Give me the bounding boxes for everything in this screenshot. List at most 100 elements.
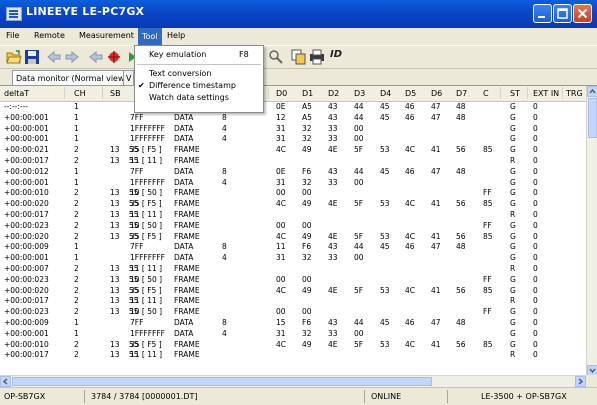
cell-d1: A5 [302, 102, 312, 111]
cell-dlc: 4 [222, 123, 227, 133]
table-row[interactable]: +00:00:001 1 1FFFFFFF DATA 4 31 32 33 00 G 0 [0, 178, 586, 188]
status-port: OP-SB7GX [4, 392, 46, 401]
column-header-deltat[interactable]: deltaT [4, 89, 29, 98]
table-row[interactable]: +00:00:010 2 13 55 35 [ F5 ] FRAME 4C 49 4E 5F 53… [0, 340, 586, 350]
vertical-scroll-thumb[interactable] [588, 98, 597, 138]
print-icon[interactable] [309, 49, 325, 65]
menu-tool[interactable]: Tool [138, 28, 162, 45]
table-row[interactable]: --:--:--- 1 0E A5 43 44 45 46 47 48 G 0 [0, 102, 586, 112]
menu-remote[interactable]: Remote [34, 31, 65, 40]
save-icon[interactable] [24, 49, 40, 65]
cell-d0: 4C [276, 199, 287, 209]
cell-dlc: 8 [222, 166, 227, 176]
maximize-button[interactable] [553, 4, 572, 23]
cell-d5: 46 [405, 166, 415, 176]
cell-ext-in: 0 [533, 166, 538, 176]
scroll-up-button[interactable] [587, 86, 597, 97]
table-row[interactable]: +00:00:023 2 13 55 10 [ 50 ] FRAME 00 00 FF G 0 [0, 307, 586, 317]
back-icon[interactable] [46, 49, 62, 65]
table-row[interactable]: +00:00:007 2 13 55 11 [ 11 ] FRAME R 0 [0, 264, 586, 274]
cell-st: G [510, 328, 516, 338]
menu-item-difference-timestamp[interactable]: ✔ Difference timestamp [135, 80, 263, 92]
cell-deltat: +00:00:001 [4, 134, 49, 144]
cell-d0: 0E [276, 166, 286, 176]
menu-item-key-emulation[interactable]: Key emulation F8 [135, 49, 263, 61]
column-header-ch[interactable]: CH [74, 89, 86, 98]
column-header-d0[interactable]: D0 [276, 89, 287, 98]
column-header-trg[interactable]: TRG [566, 89, 583, 98]
column-header-d4[interactable]: D4 [380, 89, 391, 98]
menu-item-text-conversion[interactable]: Text conversion [135, 68, 263, 80]
cell-d2: 43 [328, 318, 338, 327]
cell-ext-in: 0 [533, 134, 538, 144]
minimize-button[interactable] [533, 4, 552, 23]
column-header-d6[interactable]: D6 [431, 89, 442, 98]
cell-d1: F6 [302, 318, 312, 327]
tab-data-monitor[interactable]: Data monitor (Normal view) [12, 70, 132, 86]
forward-icon[interactable] [64, 49, 80, 65]
cell-d6: 47 [431, 318, 441, 327]
close-button[interactable] [573, 4, 592, 23]
cell-ext-in: 0 [533, 177, 538, 187]
scroll-corner [586, 375, 597, 386]
id-filter-button[interactable]: ID [330, 49, 342, 60]
cell-d1: A5 [302, 112, 312, 122]
tab-second[interactable]: V [123, 70, 135, 86]
cell-d0: 12 [276, 112, 286, 122]
vertical-scrollbar[interactable] [586, 86, 597, 376]
stop-icon[interactable] [106, 49, 122, 65]
table-row[interactable]: +00:00:001 1 1FFFFFFF DATA 4 31 32 33 00 G 0 [0, 134, 586, 144]
table-row[interactable]: +00:00:001 1 1FFFFFFF DATA 4 31 32 33 00 G 0 [0, 329, 586, 339]
column-header-d2[interactable]: D2 [328, 89, 339, 98]
table-row[interactable]: +00:00:023 2 13 55 10 [ 50 ] FRAME 00 00 FF G 0 [0, 221, 586, 231]
horizontal-scroll-thumb[interactable] [12, 377, 432, 386]
column-header-st[interactable]: ST [510, 89, 520, 98]
column-header-d1[interactable]: D1 [302, 89, 313, 98]
cell-d6: 41 [431, 145, 441, 155]
menu-separator [137, 64, 261, 65]
cell-ch: 2 [74, 210, 79, 219]
horizontal-scrollbar[interactable] [0, 375, 586, 387]
column-header-sb[interactable]: SB [110, 89, 121, 98]
cell-d1: F6 [302, 242, 312, 252]
scroll-left-button[interactable] [0, 376, 11, 387]
cell-d0: 4C [276, 145, 287, 155]
cell-d3: 44 [354, 102, 364, 111]
scroll-right-button[interactable] [575, 376, 586, 387]
table-row[interactable]: +00:00:020 2 13 55 35 [ F5 ] FRAME 4C 49 4E 5F 53… [0, 286, 586, 296]
cell-d5: 4C [405, 285, 416, 295]
column-header-ext-in[interactable]: EXT IN [533, 89, 559, 98]
menu-help[interactable]: Help [167, 31, 185, 40]
table-row[interactable]: +00:00:023 2 13 55 10 [ 50 ] FRAME 00 00 FF G 0 [0, 275, 586, 285]
copy-icon[interactable] [291, 49, 307, 65]
table-row[interactable]: +00:00:009 1 7FF DATA 8 15 F6 43 44 45 46 47 48 G 0 [0, 318, 586, 328]
table-row[interactable]: +00:00:010 2 13 55 10 [ 50 ] FRAME 00 00 FF G 0 [0, 188, 586, 198]
open-icon[interactable] [6, 49, 22, 65]
table-row[interactable]: +00:00:009 1 7FF DATA 8 11 F6 43 44 45 46 47 48 G 0 [0, 242, 586, 252]
table-row[interactable]: +00:00:021 2 13 55 35 [ F5 ] FRAME 4C 49 4E 5F 53… [0, 145, 586, 155]
column-header-d5[interactable]: D5 [405, 89, 416, 98]
table-row[interactable]: +00:00:001 1 1FFFFFFF DATA 4 31 32 33 00 G 0 [0, 253, 586, 263]
table-row[interactable]: +00:00:020 2 13 55 35 [ F5 ] FRAME 4C 49 4E 5F 53… [0, 232, 586, 242]
cell-d0: 00 [276, 220, 286, 230]
menu-item-watch-data-settings[interactable]: Watch data settings [135, 92, 263, 104]
table-row[interactable]: +00:00:017 2 13 55 11 [ 11 ] FRAME R 0 [0, 156, 586, 166]
table-row[interactable]: +00:00:017 2 13 55 11 [ 11 ] FRAME R 0 [0, 350, 586, 360]
table-row[interactable]: +00:00:012 1 7FF DATA 8 0E F6 43 44 45 46 47 48 G 0 [0, 167, 586, 177]
column-header-d7[interactable]: D7 [456, 89, 467, 98]
table-row[interactable]: +00:00:001 1 1FFFFFFF DATA 4 31 32 33 00 G 0 [0, 124, 586, 134]
table-row[interactable]: +00:00:017 2 13 55 11 [ 11 ] FRAME R 0 [0, 296, 586, 306]
menu-file[interactable]: File [6, 31, 19, 40]
menu-measurement[interactable]: Measurement [79, 31, 134, 40]
prev-icon[interactable] [88, 49, 104, 65]
cell-id: 1FFFFFFF [130, 177, 165, 187]
table-row[interactable]: +00:00:020 2 13 55 35 [ F5 ] FRAME 4C 49 4E 5F 53… [0, 199, 586, 209]
search-icon[interactable] [268, 49, 284, 65]
table-row[interactable]: +00:00:017 2 13 55 11 [ 11 ] FRAME R 0 [0, 210, 586, 220]
column-header-c[interactable]: C [483, 89, 489, 98]
cell-d5: 4C [405, 145, 416, 155]
column-header-d3[interactable]: D3 [354, 89, 365, 98]
table-row[interactable]: +00:00:001 1 7FF DATA 8 12 A5 43 44 45 46 47 48 G 0 [0, 113, 586, 123]
cell-d0: 4C [276, 285, 287, 295]
cell-deltat: --:--:--- [4, 102, 28, 111]
